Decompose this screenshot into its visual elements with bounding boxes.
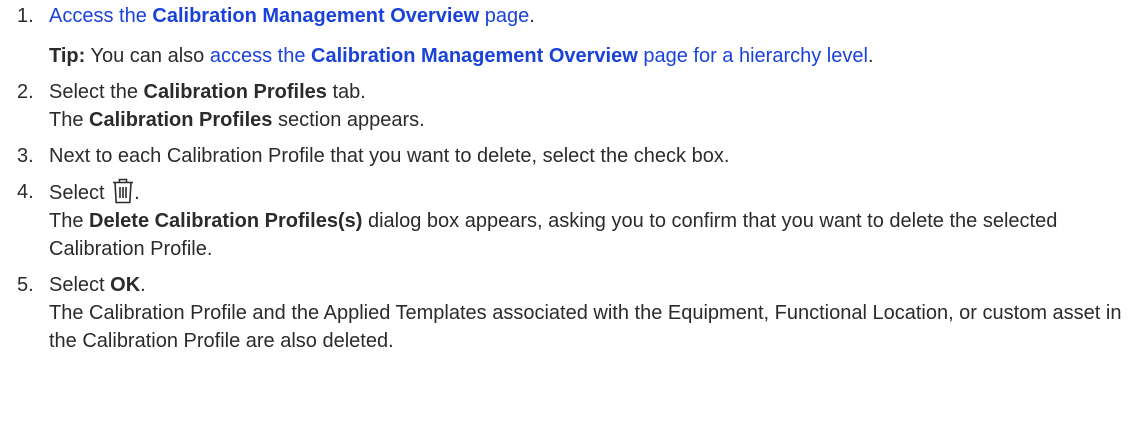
- step-4: 4. Select . The Delete Calibration Profi…: [0, 178, 1133, 263]
- procedure-steps: 1. Access the Calibration Management Ove…: [0, 2, 1133, 363]
- step-2-result: The Calibration Profiles section appears…: [49, 109, 425, 131]
- step-number: 5.: [17, 274, 34, 296]
- trash-icon: [112, 178, 134, 204]
- calibration-management-overview-link[interactable]: Access the Calibration Management Overvi…: [49, 5, 529, 27]
- step-number: 3.: [17, 145, 34, 167]
- step-4-result: The Delete Calibration Profiles(s) dialo…: [49, 210, 1058, 260]
- delete-dialog-name: Delete Calibration Profiles(s): [89, 210, 363, 232]
- ok-label: OK: [110, 274, 141, 296]
- step-number: 4.: [17, 181, 34, 203]
- step-1: 1. Access the Calibration Management Ove…: [0, 2, 1133, 70]
- step-number: 1.: [17, 5, 34, 27]
- step-5-result: The Calibration Profile and the Applied …: [49, 302, 1122, 352]
- step-4-instruction: Select .: [49, 178, 140, 204]
- calibration-profiles-tab-label: Calibration Profiles: [143, 81, 327, 103]
- step-3-instruction: Next to each Calibration Profile that yo…: [49, 145, 730, 167]
- tip-label: Tip:: [49, 45, 86, 67]
- step-2-instruction: Select the Calibration Profiles tab.: [49, 81, 366, 103]
- tip-note: Tip: You can also access the Calibration…: [49, 45, 874, 67]
- hierarchy-level-overview-link[interactable]: access the Calibration Management Overvi…: [210, 45, 868, 67]
- step-number: 2.: [17, 81, 34, 103]
- step-5-instruction: Select OK.: [49, 274, 146, 296]
- step-3: 3. Next to each Calibration Profile that…: [0, 142, 1133, 170]
- step-1-instruction: Access the Calibration Management Overvi…: [49, 5, 535, 27]
- step-5: 5. Select OK. The Calibration Profile an…: [0, 271, 1133, 355]
- step-2: 2. Select the Calibration Profiles tab. …: [0, 78, 1133, 134]
